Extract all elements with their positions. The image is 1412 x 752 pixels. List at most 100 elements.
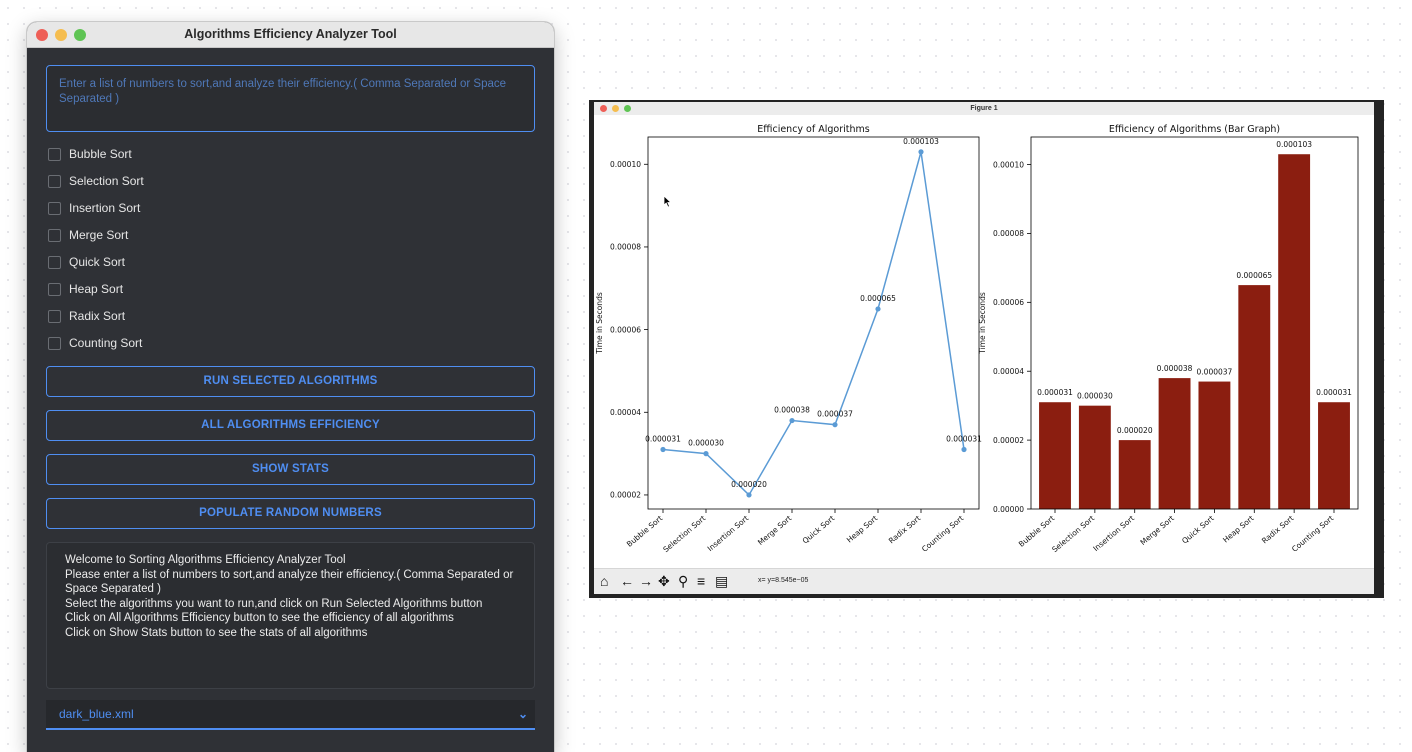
- x-tick-label: Bubble Sort: [625, 514, 664, 549]
- theme-select-value: dark_blue.xml: [59, 707, 134, 721]
- checkbox-bubble-sort[interactable]: Bubble Sort: [48, 146, 132, 162]
- data-point: [832, 422, 838, 428]
- data-label: 0.000031: [1037, 388, 1073, 397]
- checkbox-label: Heap Sort: [69, 282, 124, 296]
- checkbox-label: Selection Sort: [69, 174, 144, 188]
- mouse-cursor-icon: [663, 195, 672, 208]
- checkbox-box[interactable]: [48, 255, 61, 269]
- figure-title: Figure 1: [970, 105, 998, 112]
- data-point: [703, 451, 709, 457]
- bar: [1118, 440, 1151, 509]
- checkbox-box[interactable]: [48, 174, 61, 188]
- data-point: [789, 417, 795, 424]
- bar: [1158, 378, 1191, 509]
- welcome-line: Select the algorithms you want to run,an…: [65, 597, 483, 610]
- x-tick-label: Counting Sort: [1290, 514, 1335, 554]
- checkbox-heap-sort[interactable]: Heap Sort: [48, 281, 123, 297]
- checkbox-selection-sort[interactable]: Selection Sort: [48, 173, 144, 189]
- y-tick-label: 0.00010: [610, 160, 641, 169]
- x-tick-label: Radix Sort: [1260, 514, 1295, 546]
- x-tick-label: Selection Sort: [661, 514, 707, 555]
- checkbox-insertion-sort[interactable]: Insertion Sort: [48, 200, 140, 216]
- populate-random-button[interactable]: POPULATE RANDOM NUMBERS: [46, 498, 535, 529]
- numbers-input[interactable]: [46, 65, 535, 132]
- x-tick-label: Bubble Sort: [1017, 514, 1056, 549]
- x-tick-label: Quick Sort: [1180, 514, 1216, 546]
- data-point: [660, 446, 666, 453]
- welcome-line: Welcome to Sorting Algorithms Efficiency…: [65, 554, 346, 566]
- zoom-icon[interactable]: ⚲: [678, 572, 688, 590]
- x-tick-label: Merge Sort: [1139, 514, 1176, 547]
- data-point: [961, 446, 967, 453]
- data-label: 0.000038: [774, 406, 810, 415]
- data-label: 0.000065: [860, 294, 896, 303]
- y-tick-label: 0.00008: [610, 243, 641, 252]
- bar: [1078, 405, 1111, 509]
- checkbox-quick-sort[interactable]: Quick Sort: [48, 254, 125, 270]
- checkbox-counting-sort[interactable]: Counting Sort: [48, 335, 142, 351]
- x-tick-label: Merge Sort: [756, 514, 793, 547]
- checkbox-label: Bubble Sort: [69, 147, 132, 161]
- welcome-line: Please enter a list of numbers to sort,a…: [65, 568, 517, 596]
- checkbox-box[interactable]: [48, 147, 61, 161]
- home-icon[interactable]: ⌂: [600, 572, 608, 590]
- configure-subplots-icon[interactable]: ≡: [697, 572, 705, 590]
- bar: [1039, 402, 1071, 509]
- data-label: 0.000031: [946, 434, 982, 443]
- checkbox-box[interactable]: [48, 282, 61, 296]
- data-label: 0.000031: [645, 434, 681, 443]
- save-icon[interactable]: ▤: [715, 572, 728, 590]
- pan-icon[interactable]: ✥: [658, 572, 670, 590]
- data-label: 0.000065: [1236, 271, 1272, 280]
- y-tick-label: 0.00002: [610, 491, 641, 500]
- back-arrow-icon[interactable]: ←: [620, 572, 634, 590]
- y-axis-label: Time in Seconds: [978, 292, 987, 355]
- run-selected-button[interactable]: RUN SELECTED ALGORITHMS: [46, 366, 535, 397]
- checkbox-box[interactable]: [48, 336, 61, 350]
- checkbox-label: Counting Sort: [69, 336, 143, 350]
- x-tick-label: Counting Sort: [920, 514, 965, 554]
- forward-arrow-icon[interactable]: →: [639, 572, 653, 590]
- y-tick-label: 0.00000: [993, 505, 1024, 514]
- data-label: 0.000038: [1157, 364, 1193, 373]
- checkbox-box[interactable]: [48, 228, 61, 242]
- figure-window: Figure 1 Efficiency of Algorithms Time in…: [589, 100, 1384, 598]
- x-tick-label: Selection Sort: [1050, 514, 1096, 555]
- y-tick-label: 0.00004: [993, 367, 1024, 376]
- checkbox-label: Insertion Sort: [69, 201, 141, 215]
- y-tick-label: 0.00010: [993, 160, 1024, 169]
- checkbox-box[interactable]: [48, 309, 61, 323]
- data-label: 0.000031: [1316, 388, 1352, 397]
- checkbox-radix-sort[interactable]: Radix Sort: [48, 308, 125, 324]
- all-efficiency-button[interactable]: ALL ALGORITHMS EFFICIENCY: [46, 410, 535, 441]
- figure-canvas: Efficiency of Algorithms Time in Seconds 0…: [594, 115, 1374, 593]
- y-tick-label: 0.00006: [993, 298, 1024, 307]
- charts-svg: Efficiency of Algorithms Time in Seconds 0…: [595, 124, 1359, 555]
- data-label: 0.000103: [903, 137, 939, 146]
- checkbox-box[interactable]: [48, 201, 61, 215]
- checkbox-merge-sort[interactable]: Merge Sort: [48, 227, 128, 243]
- data-label: 0.000030: [688, 439, 724, 448]
- y-tick-label: 0.00002: [993, 436, 1024, 445]
- x-tick-label: Heap Sort: [1221, 514, 1255, 545]
- data-label: 0.000030: [1077, 392, 1113, 401]
- checkbox-label: Radix Sort: [69, 309, 126, 323]
- data-point: [875, 306, 881, 312]
- welcome-line: Click on All Algorithms Efficiency butto…: [65, 612, 454, 625]
- data-point: [746, 492, 752, 498]
- chart-title: Efficiency of Algorithms (Bar Graph): [1109, 124, 1280, 135]
- welcome-message-box: Welcome to Sorting Algorithms Efficiency…: [46, 542, 535, 689]
- chevron-down-icon[interactable]: ⌄: [518, 700, 528, 729]
- figure-toolbar: ⌂ ← → ✥ ⚲ ≡ ▤ x= y=8.545e−05: [594, 568, 1374, 594]
- checkbox-label: Merge Sort: [69, 228, 129, 242]
- window-title: Algorithms Efficiency Analyzer Tool: [184, 27, 397, 41]
- bar: [1278, 154, 1311, 509]
- data-label: 0.000037: [1197, 368, 1233, 377]
- bar: [1198, 381, 1231, 509]
- show-stats-button[interactable]: SHOW STATS: [46, 454, 535, 485]
- x-tick-label: Radix Sort: [887, 514, 922, 546]
- chart-title: Efficiency of Algorithms: [757, 124, 869, 135]
- y-tick-label: 0.00006: [610, 325, 641, 334]
- theme-select[interactable]: dark_blue.xml ⌄: [46, 700, 535, 730]
- data-point: [918, 149, 924, 155]
